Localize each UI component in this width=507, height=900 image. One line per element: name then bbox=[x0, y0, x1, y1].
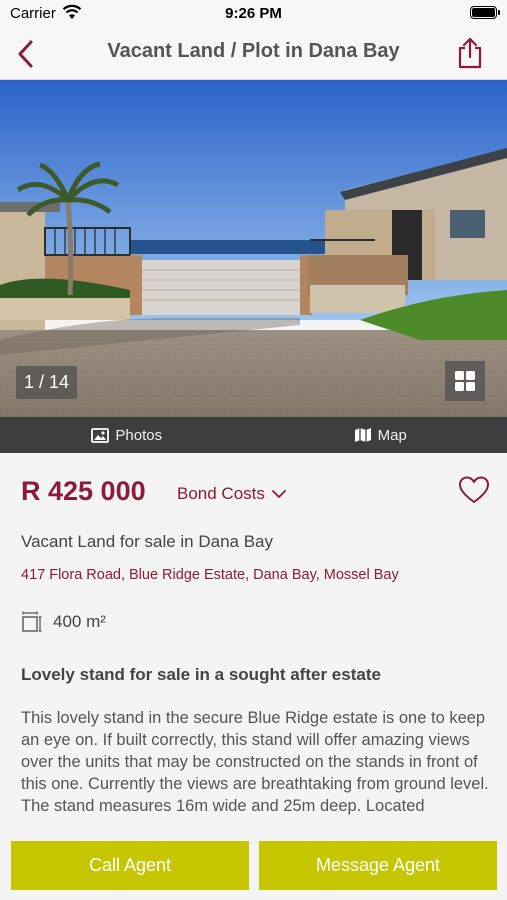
listing-address[interactable]: 417 Flora Road, Blue Ridge Estate, Dana … bbox=[21, 567, 399, 583]
media-tabs: Photos Map bbox=[0, 417, 507, 453]
tab-map[interactable]: Map bbox=[254, 417, 507, 453]
listing-subtitle: Vacant Land for sale in Dana Bay bbox=[21, 532, 274, 551]
clock: 9:26 PM bbox=[225, 5, 282, 22]
action-footer: Call Agent Message Agent bbox=[0, 833, 507, 900]
photo-icon bbox=[91, 427, 110, 443]
page-title: Vacant Land / Plot in Dana Bay bbox=[107, 40, 400, 62]
back-button[interactable] bbox=[10, 38, 40, 70]
navigation-bar: Vacant Land / Plot in Dana Bay bbox=[0, 28, 507, 80]
tab-photos-label: Photos bbox=[115, 426, 163, 444]
favourite-heart-icon[interactable] bbox=[458, 475, 490, 505]
map-icon bbox=[354, 428, 371, 442]
call-agent-button[interactable]: Call Agent bbox=[11, 841, 249, 890]
listing-headline: Lovely stand for sale in a sought after … bbox=[21, 665, 381, 684]
chevron-down-icon bbox=[271, 490, 286, 498]
share-icon bbox=[458, 37, 482, 69]
share-button[interactable] bbox=[455, 36, 485, 70]
bond-costs-toggle[interactable]: Bond Costs bbox=[177, 484, 287, 504]
listing-price: R 425 000 bbox=[21, 476, 146, 506]
chevron-left-icon bbox=[18, 40, 33, 68]
status-bar: Carrier 9:26 PM bbox=[0, 0, 507, 28]
land-size: 400 m² bbox=[21, 611, 106, 633]
message-agent-button[interactable]: Message Agent bbox=[259, 841, 497, 890]
photo-counter: 1 / 14 bbox=[16, 366, 78, 399]
listing-description: This lovely stand in the secure Blue Rid… bbox=[21, 709, 489, 815]
bond-costs-label: Bond Costs bbox=[177, 484, 265, 503]
listing-details: R 425 000 Bond Costs Vacant Land for sal… bbox=[0, 453, 507, 833]
tab-photos[interactable]: Photos bbox=[0, 417, 254, 453]
land-size-value: 400 m² bbox=[53, 612, 106, 631]
grid-view-button[interactable] bbox=[445, 361, 485, 401]
property-photo[interactable]: 1 / 14 bbox=[0, 80, 507, 417]
tab-map-label: Map bbox=[377, 426, 407, 444]
grid-icon bbox=[455, 371, 475, 391]
battery-icon bbox=[470, 6, 500, 19]
land-size-icon bbox=[22, 611, 42, 632]
